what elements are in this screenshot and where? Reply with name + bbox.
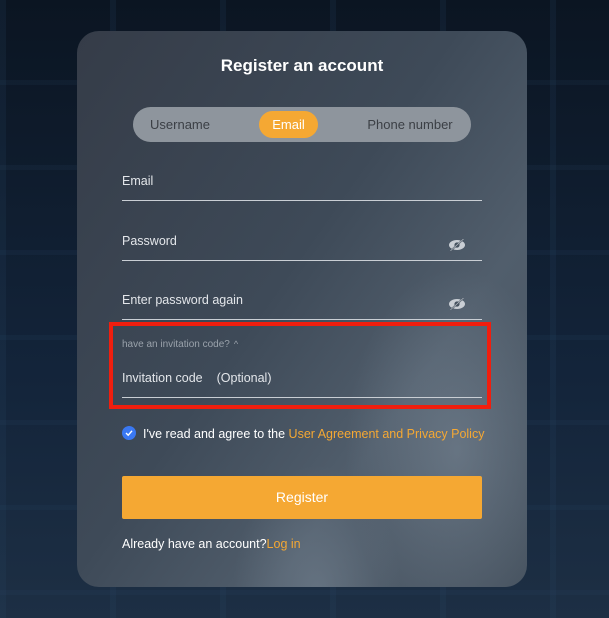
tab-phone-number[interactable]: Phone number (363, 111, 457, 138)
eye-slash-icon[interactable] (448, 239, 466, 251)
agreement-row: I've read and agree to the User Agreemen… (122, 426, 497, 442)
page-title: Register an account (220, 56, 384, 75)
confirm-password-field[interactable]: Enter password again (122, 290, 482, 320)
register-button[interactable]: Register (122, 476, 482, 519)
password-placeholder: Password (122, 234, 177, 248)
tab-email[interactable]: Email (259, 111, 318, 138)
agreement-prefix: I've read and agree to the (143, 427, 289, 441)
agreement-checkbox[interactable] (122, 426, 136, 440)
login-prompt: Already have an account?Log in (122, 537, 301, 551)
login-link[interactable]: Log in (267, 537, 301, 551)
confirm-password-placeholder: Enter password again (122, 293, 243, 307)
login-prompt-text: Already have an account? (122, 537, 267, 551)
highlight-box (109, 322, 491, 409)
check-icon (125, 430, 133, 437)
eye-slash-icon[interactable] (448, 298, 466, 310)
email-placeholder: Email (122, 174, 154, 188)
register-method-tabs: Username Email Phone number (133, 107, 471, 142)
agreement-text: I've read and agree to the User Agreemen… (122, 426, 497, 442)
register-card: Register an account Username Email Phone… (77, 31, 527, 587)
tab-username[interactable]: Username (147, 111, 213, 138)
password-field[interactable]: Password (122, 231, 482, 261)
email-field[interactable]: Email (122, 171, 482, 201)
user-agreement-link[interactable]: User Agreement and Privacy Policy (289, 427, 485, 441)
